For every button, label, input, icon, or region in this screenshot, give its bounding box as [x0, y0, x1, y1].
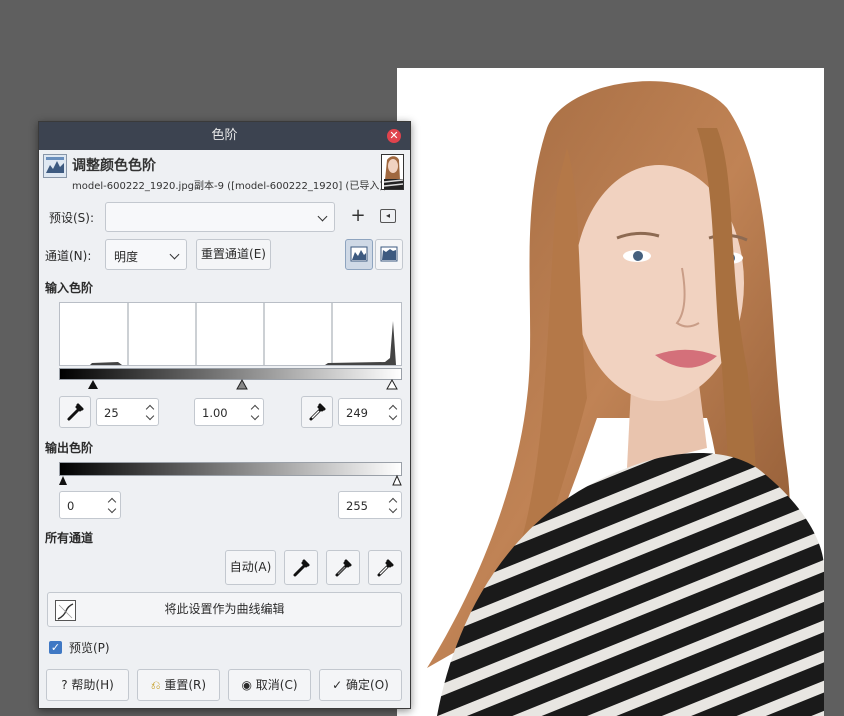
portrait-photo — [397, 68, 824, 716]
image-canvas[interactable] — [397, 68, 824, 716]
close-icon[interactable]: ✕ — [387, 129, 401, 143]
logarithmic-histogram-icon — [380, 246, 398, 262]
input-high-handle — [386, 378, 398, 390]
reset-channel-button[interactable]: 重置通道(E) — [196, 239, 271, 270]
auto-button[interactable]: 自动(A) — [225, 550, 276, 585]
image-thumbnail — [381, 154, 404, 190]
help-button[interactable]: ? 帮助(H) — [46, 669, 129, 701]
decrement-icon[interactable] — [107, 504, 117, 514]
curves-icon — [55, 600, 76, 621]
preview-label[interactable]: 预览(P) — [69, 639, 110, 656]
edit-as-curves-label: 将此设置作为曲线编辑 — [164, 602, 285, 616]
eyedropper-icon — [67, 403, 84, 421]
output-sliders[interactable] — [59, 474, 402, 486]
preset-menu-icon[interactable]: ◂ — [380, 209, 396, 223]
white-point-picker-button[interactable] — [301, 396, 333, 428]
channel-label: 通道(N): — [45, 249, 92, 263]
ok-button[interactable]: ✓ 确定(O) — [319, 669, 402, 701]
dialog-title: 色阶 — [211, 128, 238, 143]
checkmark-icon: ✓ — [332, 678, 343, 692]
reset-icon: ⎌ — [150, 678, 161, 692]
eyedropper-icon — [335, 559, 352, 577]
black-picker-button[interactable] — [284, 550, 318, 585]
header-title: 调整颜色色阶 — [72, 158, 156, 174]
eyedropper-icon — [377, 559, 394, 577]
output-low-handle — [59, 476, 67, 485]
question-icon: ? — [61, 678, 68, 692]
eyedropper-icon — [293, 559, 310, 577]
gray-picker-button[interactable] — [326, 550, 360, 585]
plus-icon[interactable]: + — [349, 206, 367, 226]
all-channels-label: 所有通道 — [45, 531, 94, 545]
decrement-icon[interactable] — [388, 411, 398, 421]
input-low-spinner[interactable]: 25 — [96, 398, 159, 426]
input-gamma-spinner[interactable]: 1.00 — [194, 398, 264, 426]
levels-icon — [43, 154, 67, 178]
cancel-button[interactable]: ◉ 取消(C) — [228, 669, 311, 701]
chevron-down-icon — [317, 211, 328, 222]
input-low-handle — [88, 380, 98, 389]
reset-button[interactable]: ⎌ 重置(R) — [137, 669, 220, 701]
channel-value: 明度 — [114, 250, 139, 264]
edit-as-curves-button[interactable]: 将此设置作为曲线编辑 — [47, 592, 402, 627]
input-gamma-handle — [236, 378, 248, 390]
black-point-picker-button[interactable] — [59, 396, 91, 428]
white-picker-button[interactable] — [368, 550, 402, 585]
output-levels-label: 输出色阶 — [45, 441, 94, 455]
log-histogram-button[interactable] — [375, 239, 403, 270]
output-low-spinner[interactable]: 0 — [59, 491, 121, 519]
header-subtitle: model-600222_1920.jpg副本-9 ([model-600222… — [72, 181, 388, 192]
output-high-handle — [392, 474, 402, 486]
presets-combo[interactable] — [105, 202, 335, 232]
input-sliders[interactable] — [59, 378, 402, 390]
dialog-header: 调整颜色色阶 model-600222_1920.jpg副本-9 ([model… — [39, 150, 410, 192]
decrement-icon[interactable] — [250, 411, 260, 421]
cancel-icon: ◉ — [241, 678, 252, 692]
channel-combo[interactable]: 明度 — [105, 239, 187, 270]
chevron-down-icon — [169, 249, 180, 259]
input-levels-label: 输入色阶 — [45, 281, 94, 295]
presets-label: 预设(S): — [49, 211, 95, 225]
output-high-spinner[interactable]: 255 — [338, 491, 402, 519]
histogram — [59, 302, 402, 366]
eyedropper-icon — [309, 403, 326, 421]
decrement-icon[interactable] — [145, 411, 155, 421]
linear-histogram-button[interactable] — [345, 239, 373, 270]
preview-checkbox[interactable]: ✓ — [49, 641, 62, 654]
input-high-spinner[interactable]: 249 — [338, 398, 402, 426]
linear-histogram-icon — [350, 246, 368, 262]
dialog-titlebar[interactable]: 色阶 ✕ — [39, 122, 410, 150]
levels-dialog: 色阶 ✕ 调整颜色色阶 model-600222_1920.jpg副本-9 ([… — [38, 121, 411, 709]
decrement-icon[interactable] — [388, 504, 398, 514]
